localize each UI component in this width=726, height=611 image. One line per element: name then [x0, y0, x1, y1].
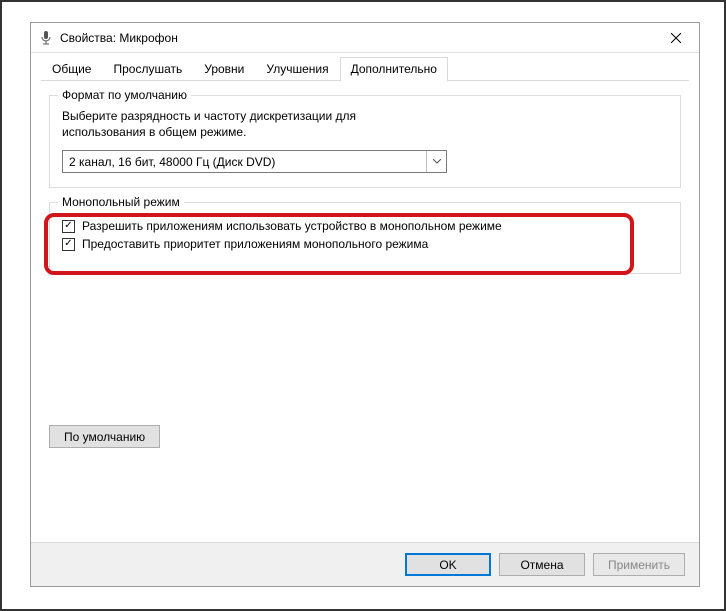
properties-window: Свойства: Микрофон Общие Прослушать Уров…	[30, 22, 700, 587]
checkbox-exclusive-priority[interactable]: ✓ Предоставить приоритет приложениям мон…	[62, 237, 668, 251]
checkbox-label: Предоставить приоритет приложениям моноп…	[82, 237, 428, 251]
checkbox-label: Разрешить приложениям использовать устро…	[82, 219, 502, 233]
microphone-icon	[39, 31, 53, 45]
group-exclusive-mode: Монопольный режим ✓ Разрешить приложения…	[49, 202, 681, 274]
format-description: Выберите разрядность и частоту дискретиз…	[62, 108, 422, 140]
group-default-format: Формат по умолчанию Выберите разрядность…	[49, 95, 681, 188]
titlebar: Свойства: Микрофон	[31, 23, 699, 53]
ok-button[interactable]: OK	[405, 553, 491, 576]
group-title-format: Формат по умолчанию	[58, 88, 191, 102]
tab-content: Формат по умолчанию Выберите разрядность…	[31, 81, 699, 542]
close-button[interactable]	[653, 23, 699, 53]
tab-listen[interactable]: Прослушать	[102, 57, 193, 81]
window-title: Свойства: Микрофон	[60, 31, 178, 45]
format-select[interactable]: 2 канал, 16 бит, 48000 Гц (Диск DVD)	[62, 150, 447, 173]
apply-button[interactable]: Применить	[593, 553, 685, 576]
group-title-exclusive: Монопольный режим	[58, 195, 184, 209]
tab-enhancements[interactable]: Улучшения	[255, 57, 339, 81]
tab-advanced[interactable]: Дополнительно	[340, 57, 448, 82]
format-select-value: 2 канал, 16 бит, 48000 Гц (Диск DVD)	[69, 155, 275, 169]
dialog-footer: OK Отмена Применить	[31, 542, 699, 586]
checkbox-icon: ✓	[62, 220, 75, 233]
tab-general[interactable]: Общие	[41, 57, 102, 81]
tab-levels[interactable]: Уровни	[193, 57, 255, 81]
checkbox-icon: ✓	[62, 238, 75, 251]
cancel-button[interactable]: Отмена	[499, 553, 585, 576]
tab-bar: Общие Прослушать Уровни Улучшения Дополн…	[31, 53, 699, 81]
restore-defaults-button[interactable]: По умолчанию	[49, 425, 160, 448]
checkbox-allow-exclusive[interactable]: ✓ Разрешить приложениям использовать уст…	[62, 219, 668, 233]
chevron-down-icon	[426, 151, 446, 172]
